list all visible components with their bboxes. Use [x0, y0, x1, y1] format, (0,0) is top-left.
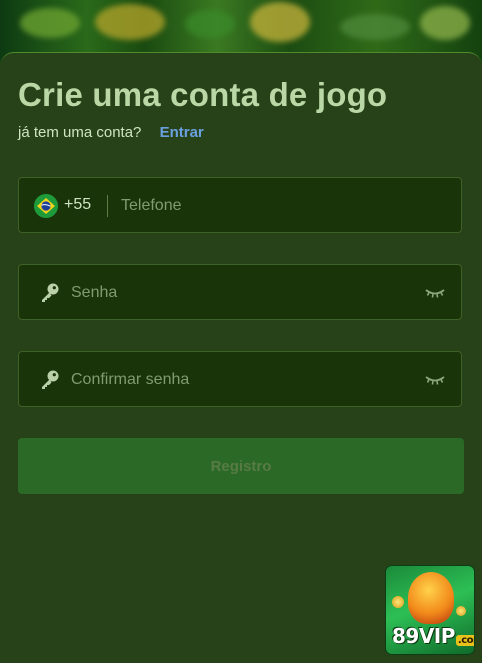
phone-input[interactable]: [119, 178, 453, 234]
promo-brand: 89VIP.com: [392, 624, 474, 648]
confirm-password-field[interactable]: [18, 351, 462, 408]
country-code[interactable]: +55: [64, 196, 91, 214]
promo-badge[interactable]: 89VIP.com: [386, 566, 474, 654]
coin-icon: [392, 596, 404, 608]
login-link[interactable]: Entrar: [160, 124, 204, 141]
promo-brand-text: 89VIP: [392, 624, 455, 648]
eye-closed-icon[interactable]: [425, 286, 445, 300]
tiger-mascot-icon: [408, 572, 454, 624]
page-title: Crie uma conta de jogo: [18, 76, 388, 113]
coin-icon: [456, 606, 466, 616]
phone-field[interactable]: +55: [18, 177, 462, 234]
brazil-flag-icon: [34, 194, 58, 218]
divider: [107, 195, 108, 217]
key-icon: [39, 282, 61, 304]
promo-brand-suffix: .com: [455, 635, 474, 646]
password-input[interactable]: [69, 265, 413, 321]
eye-closed-icon[interactable]: [425, 373, 445, 387]
login-prompt-text: já tem uma conta?: [18, 124, 142, 141]
confirm-password-input[interactable]: [69, 352, 413, 408]
login-prompt: já tem uma conta? Entrar: [18, 124, 204, 141]
register-button[interactable]: Registro: [18, 438, 464, 494]
password-field[interactable]: [18, 264, 462, 321]
key-icon: [39, 369, 61, 391]
